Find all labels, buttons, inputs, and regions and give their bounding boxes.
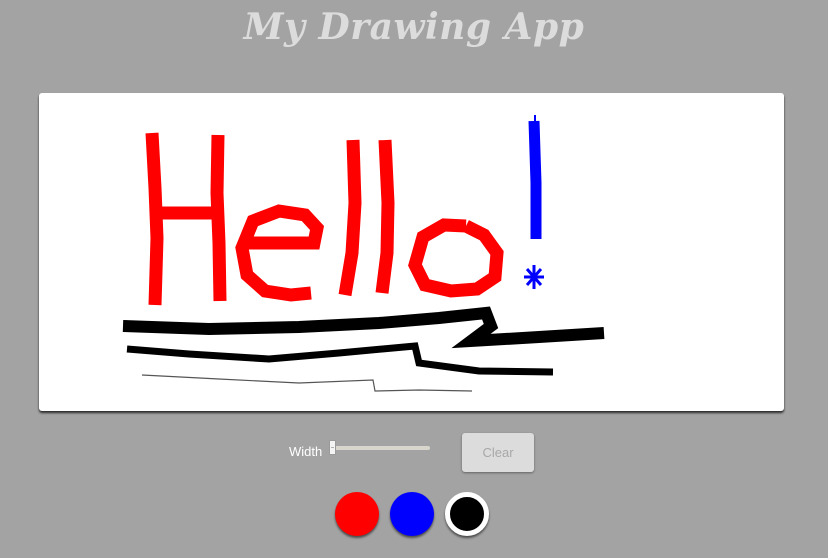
controls-bar: Width Clear — [0, 432, 828, 472]
black-strokes — [122, 306, 605, 392]
stroke-exclaim-dot — [524, 265, 544, 289]
red-strokes — [145, 132, 504, 306]
width-label: Width — [289, 444, 323, 459]
stroke-h-right — [210, 134, 227, 302]
clear-button[interactable]: Clear — [462, 433, 534, 472]
drawing-canvas[interactable] — [39, 93, 784, 411]
stroke-e — [235, 204, 325, 302]
app-title: My Drawing App — [243, 6, 585, 48]
color-swatch-black[interactable] — [445, 492, 489, 536]
width-slider-thumb[interactable] — [329, 440, 336, 455]
drawing-surface[interactable] — [39, 93, 784, 411]
stroke-underline-2 — [126, 342, 554, 376]
stroke-h-left — [145, 132, 164, 306]
stroke-underline-1 — [122, 306, 605, 349]
color-swatch-red[interactable] — [335, 492, 379, 536]
stroke-l2 — [375, 139, 395, 294]
blue-strokes — [524, 115, 544, 289]
stroke-exclaim-bar — [528, 120, 542, 239]
color-swatch-blue[interactable] — [390, 492, 434, 536]
width-slider-track[interactable] — [330, 446, 430, 450]
stroke-l1 — [338, 139, 362, 297]
stroke-underline-3 — [141, 374, 473, 392]
stroke-o — [408, 218, 504, 298]
